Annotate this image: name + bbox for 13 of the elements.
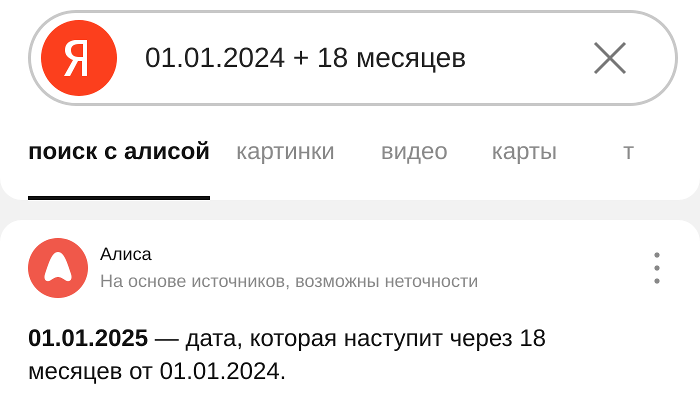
close-icon[interactable]	[593, 41, 627, 75]
more-options-icon[interactable]	[654, 252, 660, 284]
answer-text: 01.01.2025 — дата, которая наступит через 18 месяцев от 01.01.2024.	[28, 324, 548, 387]
search-field[interactable]: 01.01.2024 + 18 месяцев	[145, 42, 593, 74]
tab[interactable]: карты	[492, 138, 558, 200]
source-name: Алиса	[100, 244, 153, 265]
tab[interactable]: картинки	[236, 138, 335, 200]
alice-logo-icon	[28, 238, 88, 298]
tab[interactable]: видео	[380, 138, 448, 200]
tab[interactable]: поиск с алисой	[28, 138, 210, 200]
yandex-logo-icon	[41, 20, 117, 96]
disclaimer-text: На основе источников, возможны неточности	[100, 271, 480, 292]
tab[interactable]: т	[623, 138, 634, 200]
